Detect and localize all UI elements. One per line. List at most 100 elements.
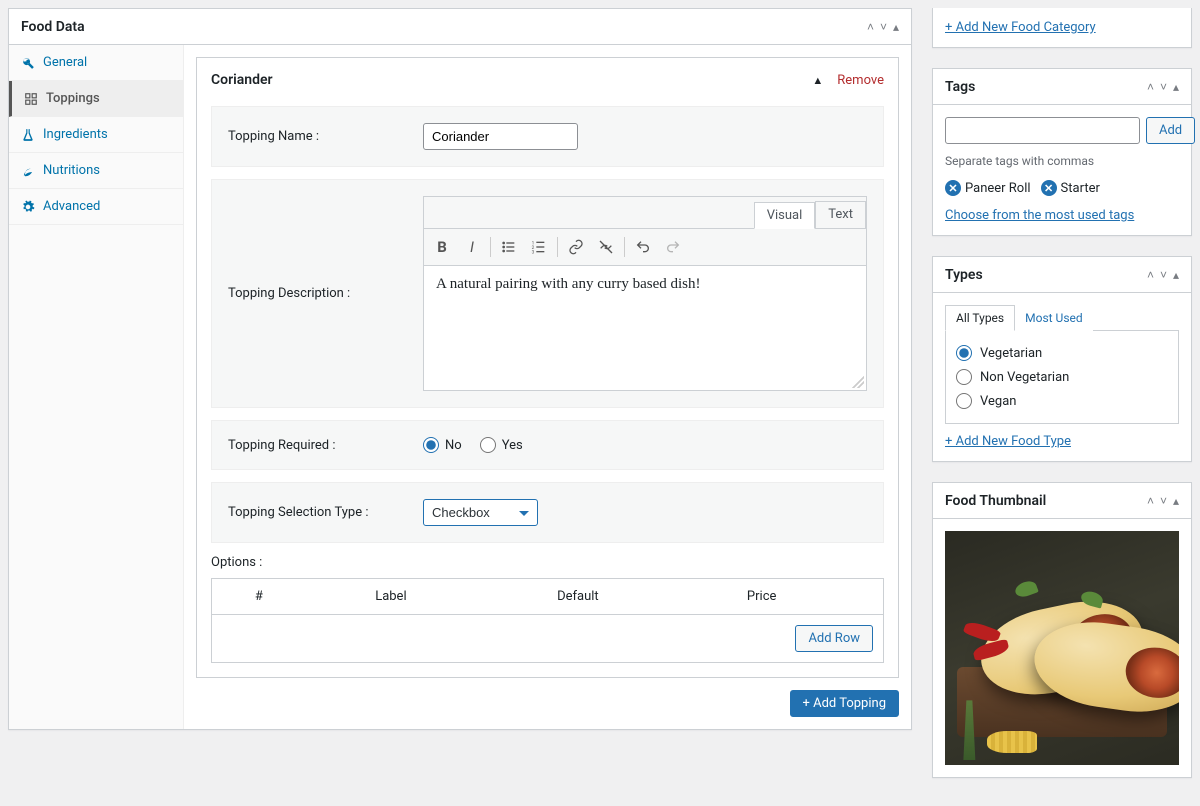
editor-tab-visual[interactable]: Visual — [754, 202, 816, 229]
gear-icon — [21, 200, 35, 214]
food-data-title: Food Data — [21, 19, 85, 35]
type-option[interactable]: Vegetarian — [956, 341, 1168, 365]
toggle-icon[interactable]: ▴ — [1173, 268, 1179, 282]
redo-icon[interactable] — [659, 233, 687, 261]
required-yes[interactable]: Yes — [480, 437, 523, 453]
move-up-icon[interactable]: ˄ — [1147, 494, 1154, 508]
tag-label: Starter — [1061, 181, 1100, 196]
type-radio[interactable] — [956, 393, 972, 409]
tag-hint: Separate tags with commas — [945, 154, 1179, 168]
required-no-label: No — [445, 438, 462, 453]
food-data-panel: Food Data ˄ ˅ ▴ General — [8, 8, 912, 730]
food-data-header: Food Data ˄ ˅ ▴ — [9, 9, 911, 45]
editor-toolbar: B I 123 — [424, 228, 866, 266]
categories-panel-tail: + Add New Food Category — [932, 8, 1192, 48]
topping-required-label: Topping Required : — [228, 438, 403, 453]
required-no-radio[interactable] — [423, 437, 439, 453]
add-tag-button[interactable]: Add — [1146, 117, 1195, 144]
options-col-num: # — [212, 579, 306, 615]
thumbnail-panel: Food Thumbnail ˄ ˅ ▴ — [932, 482, 1192, 778]
choose-tags-link[interactable]: Choose from the most used tags — [945, 208, 1134, 223]
toggle-icon[interactable]: ▴ — [1173, 494, 1179, 508]
types-tab-all[interactable]: All Types — [945, 305, 1015, 331]
move-down-icon[interactable]: ˅ — [1160, 494, 1167, 508]
thumbnail-image[interactable] — [945, 531, 1179, 765]
tag-chips: ✕ Paneer Roll ✕ Starter — [945, 180, 1179, 196]
svg-text:3: 3 — [532, 250, 535, 255]
move-down-icon[interactable]: ˅ — [1160, 80, 1167, 94]
editor-tab-text[interactable]: Text — [815, 201, 866, 228]
numbered-list-icon[interactable]: 123 — [525, 233, 553, 261]
add-category-link[interactable]: + Add New Food Category — [945, 20, 1096, 35]
tab-toppings[interactable]: Toppings — [9, 81, 183, 117]
remove-tag-icon[interactable]: ✕ — [945, 180, 961, 196]
topping-description-row: Topping Description : Visual Text B — [211, 179, 884, 408]
selection-type-select[interactable]: Checkbox — [423, 499, 538, 526]
topping-name-label: Topping Name : — [228, 129, 403, 144]
topping-required-row: Topping Required : No Yes — [211, 420, 884, 470]
thumbnail-title: Food Thumbnail — [945, 493, 1046, 509]
remove-topping-link[interactable]: Remove — [837, 73, 884, 88]
move-up-icon[interactable]: ˄ — [1147, 80, 1154, 94]
tab-nutritions[interactable]: Nutritions — [9, 153, 183, 189]
type-radio[interactable] — [956, 345, 972, 361]
bullet-list-icon[interactable] — [495, 233, 523, 261]
undo-icon[interactable] — [629, 233, 657, 261]
tags-title: Tags — [945, 79, 975, 95]
italic-icon[interactable]: I — [458, 233, 486, 261]
wrench-icon — [21, 56, 35, 70]
tag-chip: ✕ Starter — [1041, 180, 1100, 196]
topping-name-input[interactable] — [423, 123, 578, 150]
move-up-icon[interactable]: ˄ — [1147, 268, 1154, 282]
editor-content[interactable]: A natural pairing with any curry based d… — [424, 266, 866, 376]
add-row-button[interactable]: Add Row — [795, 625, 873, 652]
remove-tag-icon[interactable]: ✕ — [1041, 180, 1057, 196]
tag-label: Paneer Roll — [965, 181, 1031, 196]
options-col-default: Default — [476, 579, 680, 615]
required-yes-radio[interactable] — [480, 437, 496, 453]
resize-handle-icon[interactable] — [424, 376, 866, 390]
required-no[interactable]: No — [423, 437, 462, 453]
topping-title: Coriander — [211, 72, 273, 88]
types-tab-most[interactable]: Most Used — [1015, 305, 1093, 331]
link-icon[interactable] — [562, 233, 590, 261]
tab-advanced[interactable]: Advanced — [9, 189, 183, 225]
add-topping-button[interactable]: + Add Topping — [790, 690, 900, 717]
food-data-tabs: General Toppings Ingredients — [9, 45, 184, 729]
topping-name-row: Topping Name : — [211, 106, 884, 167]
leaf-icon — [21, 164, 35, 178]
topping-selection-type-row: Topping Selection Type : Checkbox — [211, 482, 884, 543]
toggle-icon[interactable]: ▴ — [1173, 80, 1179, 94]
tag-input[interactable] — [945, 117, 1140, 144]
move-up-icon[interactable]: ˄ — [867, 20, 874, 34]
topping-description-label: Topping Description : — [228, 196, 403, 301]
tag-chip: ✕ Paneer Roll — [945, 180, 1031, 196]
tab-ingredients[interactable]: Ingredients — [9, 117, 183, 153]
types-list: Vegetarian Non Vegetarian Vegan — [945, 330, 1179, 424]
tags-panel: Tags ˄ ˅ ▴ Add Separate tags with commas… — [932, 68, 1192, 236]
options-table: # Label Default Price Ad — [211, 578, 884, 663]
collapse-icon[interactable]: ▲ — [812, 74, 823, 87]
type-option[interactable]: Non Vegetarian — [956, 365, 1168, 389]
tab-general[interactable]: General — [9, 45, 183, 81]
flask-icon — [21, 128, 35, 142]
options-label: Options : — [211, 555, 884, 570]
move-down-icon[interactable]: ˅ — [1160, 268, 1167, 282]
type-label: Non Vegetarian — [980, 370, 1069, 385]
type-option[interactable]: Vegan — [956, 389, 1168, 413]
options-col-label: Label — [306, 579, 476, 615]
toggle-icon[interactable]: ▴ — [893, 20, 899, 34]
topping-selection-type-label: Topping Selection Type : — [228, 505, 403, 520]
topping-card: Coriander ▲ Remove Topping Name : — [196, 57, 899, 678]
unlink-icon[interactable] — [592, 233, 620, 261]
required-yes-label: Yes — [502, 438, 523, 453]
bold-icon[interactable]: B — [428, 233, 456, 261]
add-type-link[interactable]: + Add New Food Type — [945, 434, 1071, 449]
grid-icon — [24, 92, 38, 106]
types-panel: Types ˄ ˅ ▴ All Types Most Used Vegetari… — [932, 256, 1192, 462]
type-label: Vegan — [980, 394, 1016, 409]
move-down-icon[interactable]: ˅ — [880, 20, 887, 34]
type-label: Vegetarian — [980, 346, 1042, 361]
rich-text-editor: Visual Text B I — [423, 196, 867, 391]
type-radio[interactable] — [956, 369, 972, 385]
